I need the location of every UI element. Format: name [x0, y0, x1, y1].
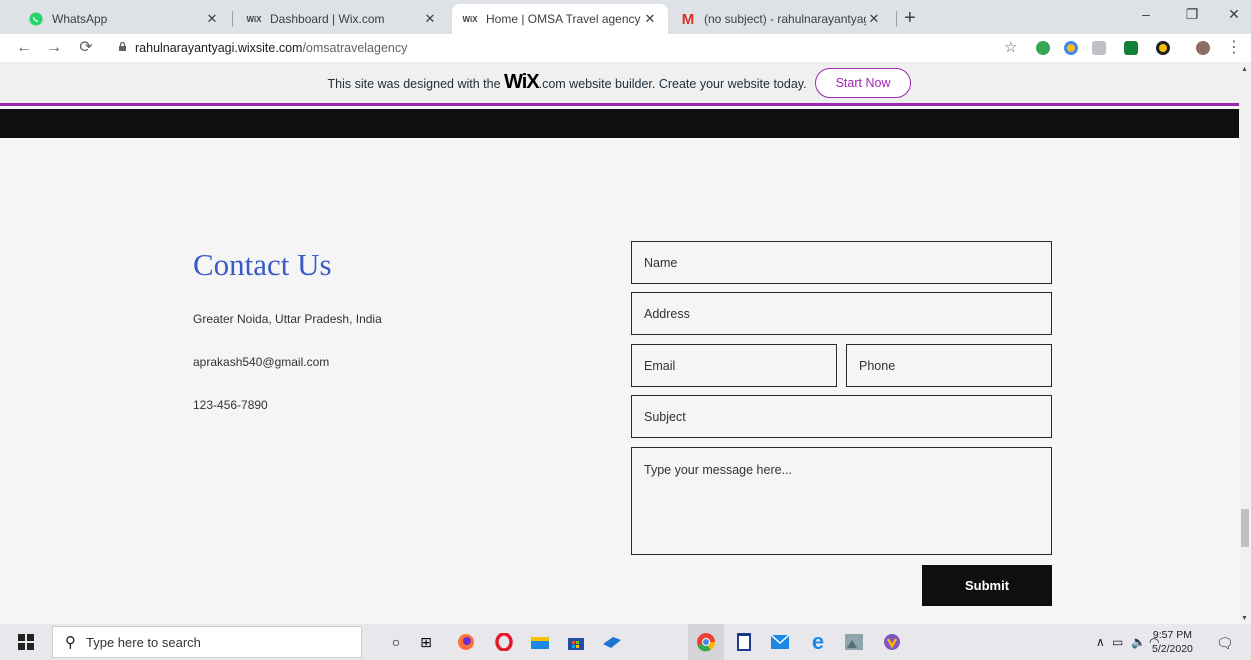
- wix-ad-banner: This site was designed with the WiX.com …: [0, 62, 1239, 106]
- browser-tab-strip: WhatsApp ✕ WiX Dashboard | Wix.com ✕ WiX…: [0, 0, 1251, 34]
- volume-icon[interactable]: 🔈: [1131, 635, 1146, 649]
- tab-omsa-travel[interactable]: WiX Home | OMSA Travel agency ✕: [452, 4, 668, 34]
- close-window-icon[interactable]: ✕: [1224, 6, 1244, 23]
- tray-chevron-icon[interactable]: ∧: [1096, 635, 1105, 649]
- extension-yellow-icon[interactable]: [1156, 41, 1170, 55]
- browser-toolbar: ← → ⟳ rahulnarayantyagi.wixsite.com/omsa…: [0, 34, 1251, 62]
- message-textarea[interactable]: Type your message here...: [631, 447, 1052, 555]
- cortana-icon[interactable]: ○: [386, 632, 406, 652]
- tab-title: WhatsApp: [52, 12, 108, 26]
- gmail-icon: M: [681, 10, 695, 28]
- address-field[interactable]: Address: [631, 292, 1052, 335]
- scroll-down-icon[interactable]: ▼: [1241, 615, 1248, 622]
- url-host: rahulnarayantyagi.wixsite.com: [135, 41, 303, 55]
- ide-icon[interactable]: [602, 632, 622, 652]
- restore-icon[interactable]: ❐: [1182, 6, 1202, 23]
- site-header-bar: [0, 109, 1239, 138]
- address-bar[interactable]: rahulnarayantyagi.wixsite.com/omsatravel…: [135, 41, 407, 55]
- start-now-button[interactable]: Start Now: [814, 67, 912, 98]
- phone-field[interactable]: Phone: [846, 344, 1052, 387]
- clock-date: 5/2/2020: [1152, 643, 1193, 655]
- clock-time: 9:57 PM: [1152, 629, 1192, 641]
- search-icon: ⚲: [65, 634, 76, 651]
- taskbar-search-box[interactable]: ⚲ Type here to search: [52, 626, 362, 658]
- mail-icon[interactable]: [770, 632, 790, 652]
- task-view-icon[interactable]: ⊞: [416, 632, 436, 652]
- menu-dots-icon[interactable]: ⋮: [1224, 38, 1244, 58]
- banner-text-before: This site was designed with the: [327, 77, 501, 91]
- wix-banner-text: This site was designed with the WiX.com …: [328, 71, 807, 94]
- submit-button[interactable]: Submit: [922, 565, 1052, 606]
- windows-start-icon[interactable]: [18, 634, 34, 650]
- chrome-icon[interactable]: [688, 624, 724, 660]
- scroll-up-icon[interactable]: ▲: [1241, 66, 1248, 73]
- contact-address: Greater Noida, Uttar Pradesh, India: [193, 312, 382, 326]
- contact-title: Contact Us: [193, 247, 332, 282]
- bookmark-star-icon[interactable]: ☆: [1004, 38, 1017, 56]
- scrollbar-thumb[interactable]: [1241, 509, 1249, 547]
- contact-phone: 123-456-7890: [193, 398, 268, 412]
- tab-close-icon[interactable]: ✕: [642, 11, 658, 27]
- page-viewport: This site was designed with the WiX.com …: [0, 62, 1251, 624]
- photos-icon[interactable]: [844, 632, 864, 652]
- tab-separator: [896, 11, 897, 27]
- back-arrow-icon[interactable]: ←: [14, 38, 34, 58]
- tab-title: (no subject) - rahulnarayantyagi: [704, 12, 866, 26]
- name-field[interactable]: Name: [631, 241, 1052, 284]
- wix-icon: WiX: [246, 14, 262, 24]
- extension-grammar-icon[interactable]: [1124, 41, 1138, 55]
- notepad-icon[interactable]: [734, 632, 754, 652]
- tab-gmail[interactable]: M (no subject) - rahulnarayantyagi ✕: [670, 4, 892, 34]
- wix-logo: WiX: [504, 71, 540, 93]
- notifications-icon[interactable]: 🗨: [1216, 635, 1234, 652]
- extension-shield-icon[interactable]: [1092, 41, 1106, 55]
- tab-close-icon[interactable]: ✕: [866, 11, 882, 27]
- subject-field[interactable]: Subject: [631, 395, 1052, 438]
- reload-icon[interactable]: ⟳: [76, 38, 96, 58]
- minimize-icon[interactable]: –: [1136, 6, 1156, 22]
- windows-taskbar: ⚲ Type here to search ○ ⊞ e ∧ ▭ 🔈 ◠ 9:57…: [0, 624, 1251, 660]
- brave-icon[interactable]: [882, 632, 902, 652]
- file-explorer-icon[interactable]: [530, 632, 550, 652]
- tab-close-icon[interactable]: ✕: [204, 11, 220, 27]
- opera-icon[interactable]: [494, 632, 514, 652]
- url-path: /omsatravelagency: [302, 41, 408, 55]
- edge-icon[interactable]: e: [808, 629, 828, 654]
- profile-avatar[interactable]: [1196, 41, 1210, 55]
- tab-close-icon[interactable]: ✕: [422, 11, 438, 27]
- tab-whatsapp[interactable]: WhatsApp ✕: [18, 4, 230, 34]
- new-tab-button[interactable]: +: [904, 8, 916, 28]
- lock-icon: [119, 42, 126, 51]
- store-icon[interactable]: [566, 632, 586, 652]
- firefox-icon[interactable]: [456, 632, 476, 652]
- tab-title: Dashboard | Wix.com: [270, 12, 385, 26]
- contact-email: aprakash540@gmail.com: [193, 355, 330, 369]
- forward-arrow-icon[interactable]: →: [44, 38, 64, 58]
- banner-text-after: .com website builder. Create your websit…: [538, 77, 807, 91]
- extension-green-icon[interactable]: [1036, 41, 1050, 55]
- tab-title: Home | OMSA Travel agency: [486, 12, 641, 26]
- email-field[interactable]: Email: [631, 344, 837, 387]
- tab-separator: [232, 11, 233, 27]
- whatsapp-icon: [28, 11, 44, 27]
- page-scrollbar[interactable]: ▲ ▼: [1239, 62, 1251, 624]
- battery-icon[interactable]: ▭: [1112, 635, 1123, 649]
- extension-colorful-icon[interactable]: [1064, 41, 1078, 55]
- wix-icon: WiX: [462, 14, 478, 24]
- tab-wix-dashboard[interactable]: WiX Dashboard | Wix.com ✕: [236, 4, 448, 34]
- taskbar-clock[interactable]: 9:57 PM 5/2/2020: [1152, 628, 1193, 656]
- search-placeholder: Type here to search: [86, 634, 201, 650]
